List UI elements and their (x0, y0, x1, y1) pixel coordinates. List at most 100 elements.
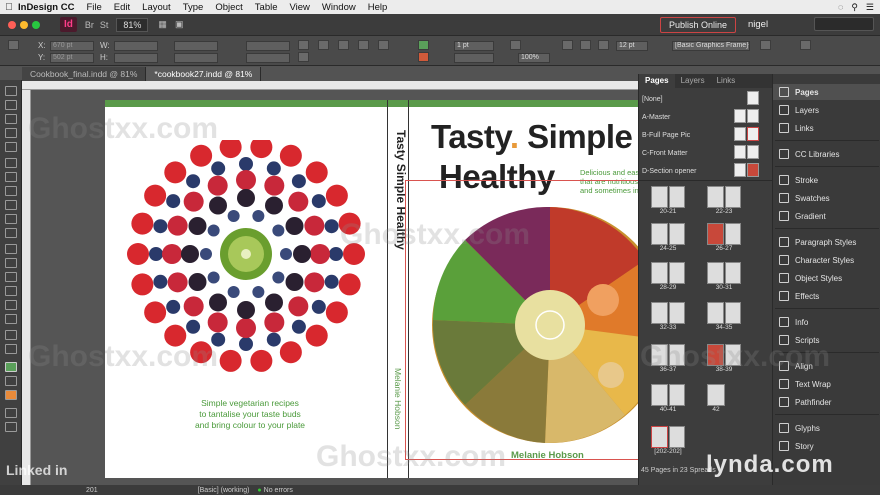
content-collector-icon[interactable] (5, 142, 17, 152)
dock-swatches[interactable]: Swatches (773, 190, 880, 206)
menu-layout[interactable]: Layout (142, 2, 171, 13)
fill-box-icon[interactable] (5, 362, 17, 372)
note-tool-icon[interactable] (5, 300, 17, 310)
scissors-tool-icon[interactable] (5, 244, 17, 254)
dock-links[interactable]: Links (773, 120, 880, 136)
menu-object[interactable]: Object (215, 2, 242, 13)
rectangle-frame-tool-icon[interactable] (5, 214, 17, 224)
preflight-profile[interactable]: [Basic] (working) (198, 487, 250, 494)
app-name-menu[interactable]: InDesign CC (18, 2, 74, 13)
zoom-level-select[interactable]: 81% (116, 17, 149, 32)
spacing-field[interactable]: 12 pt (616, 41, 648, 51)
dock-text-wrap[interactable]: Text Wrap (773, 376, 880, 392)
spread-22-23[interactable] (707, 186, 741, 208)
h-field[interactable] (114, 53, 158, 63)
fit-content-icon[interactable] (580, 40, 591, 50)
help-search-input[interactable] (814, 17, 874, 31)
panel-menu-icon[interactable] (800, 40, 811, 50)
reference-point-icon[interactable] (8, 40, 19, 50)
screen-mode-icon[interactable]: ▣ (175, 19, 184, 30)
spread-42[interactable] (707, 384, 725, 406)
spread-30-31[interactable] (707, 262, 741, 284)
dock-pages[interactable]: Pages (773, 84, 880, 100)
vertical-ruler[interactable] (22, 90, 31, 485)
gradient-feather-tool-icon[interactable] (5, 286, 17, 296)
spread-38-39[interactable] (707, 344, 741, 366)
dock-stroke[interactable]: Stroke (773, 172, 880, 188)
dock-character-styles[interactable]: Character Styles (773, 252, 880, 268)
stroke-type-select[interactable] (454, 53, 494, 63)
rotate-cw-icon[interactable] (298, 40, 309, 50)
minimize-button[interactable] (20, 20, 28, 29)
menu-edit[interactable]: Edit (114, 2, 130, 13)
stroke-box-icon[interactable] (5, 390, 17, 400)
object-style-select[interactable]: [Basic Graphics Frame]+ (672, 41, 750, 51)
creative-cloud-icon[interactable]: ◌ (838, 2, 843, 13)
select-container-icon[interactable] (318, 40, 329, 50)
tab-layers[interactable]: Layers (675, 74, 711, 88)
bridge-icon[interactable]: Br (85, 20, 94, 30)
line-tool-icon[interactable] (5, 172, 17, 182)
scale-x-field[interactable] (174, 41, 218, 51)
dock-paragraph-styles[interactable]: Paragraph Styles (773, 234, 880, 250)
spread-40-41[interactable] (651, 384, 685, 406)
flip-horizontal-icon[interactable] (298, 52, 309, 62)
dock-info[interactable]: Info (773, 314, 880, 330)
dock-gradient[interactable]: Gradient (773, 208, 880, 224)
menu-window[interactable]: Window (322, 2, 356, 13)
spread-34-35[interactable] (707, 302, 741, 324)
berry-wreath-image[interactable] (119, 140, 369, 380)
tab-pages[interactable]: Pages (639, 74, 675, 88)
pencil-tool-icon[interactable] (5, 200, 17, 210)
tab-cookbook-final[interactable]: Cookbook_final.indd @ 81% (22, 67, 147, 81)
y-field[interactable]: 502 pt (50, 53, 94, 63)
master-none[interactable]: [None] (639, 92, 759, 107)
dock-scripts[interactable]: Scripts (773, 332, 880, 348)
fill-swatch[interactable] (418, 40, 429, 50)
dock-object-styles[interactable]: Object Styles (773, 270, 880, 286)
stock-icon[interactable]: St (100, 20, 109, 30)
shear-field[interactable] (246, 53, 290, 63)
view-options-icon[interactable]: ▦ (158, 19, 167, 30)
dock-cc-libraries[interactable]: CC Libraries (773, 146, 880, 162)
text-wrap-icon[interactable] (760, 40, 771, 50)
publish-online-button[interactable]: Publish Online (660, 17, 737, 33)
stroke-swatch[interactable] (418, 52, 429, 62)
gap-tool-icon[interactable] (5, 128, 17, 138)
apple-icon[interactable]:  (0, 2, 18, 13)
menu-list-icon[interactable]: ☰ (866, 2, 874, 13)
spread-20-21[interactable] (651, 186, 685, 208)
apply-color-icon[interactable] (5, 408, 17, 418)
w-field[interactable] (114, 41, 158, 51)
search-icon[interactable]: ⚲ (851, 2, 858, 13)
dock-layers[interactable]: Layers (773, 102, 880, 118)
spread-36-37[interactable] (651, 344, 685, 366)
gradient-swatch-tool-icon[interactable] (5, 272, 17, 282)
x-field[interactable]: 670 pt (50, 41, 94, 51)
normal-view-icon[interactable] (5, 422, 17, 432)
spread-28-29[interactable] (651, 262, 685, 284)
vegetable-mandala-image[interactable] (425, 200, 645, 450)
select-previous-icon[interactable] (358, 40, 369, 50)
page-tool-icon[interactable] (5, 114, 17, 124)
spread-202[interactable] (651, 426, 685, 448)
direct-selection-tool-icon[interactable] (5, 100, 17, 110)
menu-help[interactable]: Help (368, 2, 388, 13)
free-transform-tool-icon[interactable] (5, 258, 17, 268)
close-button[interactable] (8, 20, 16, 29)
fit-frame-icon[interactable] (562, 40, 573, 50)
select-next-icon[interactable] (378, 40, 389, 50)
dock-pathfinder[interactable]: Pathfinder (773, 394, 880, 410)
page-number-field[interactable]: 201 (86, 487, 98, 494)
dock-effects[interactable]: Effects (773, 288, 880, 304)
pen-tool-icon[interactable] (5, 186, 17, 196)
tab-links[interactable]: Links (711, 74, 742, 88)
stroke-weight-field[interactable]: 1 pt (454, 41, 494, 51)
zoom-tool-icon[interactable] (5, 344, 17, 354)
menu-file[interactable]: File (86, 2, 101, 13)
center-content-icon[interactable] (598, 40, 609, 50)
dock-glyphs[interactable]: Glyphs (773, 420, 880, 436)
opacity-field[interactable]: 100% (518, 53, 550, 63)
zoom-button[interactable] (32, 20, 40, 29)
type-tool-icon[interactable] (5, 158, 17, 168)
